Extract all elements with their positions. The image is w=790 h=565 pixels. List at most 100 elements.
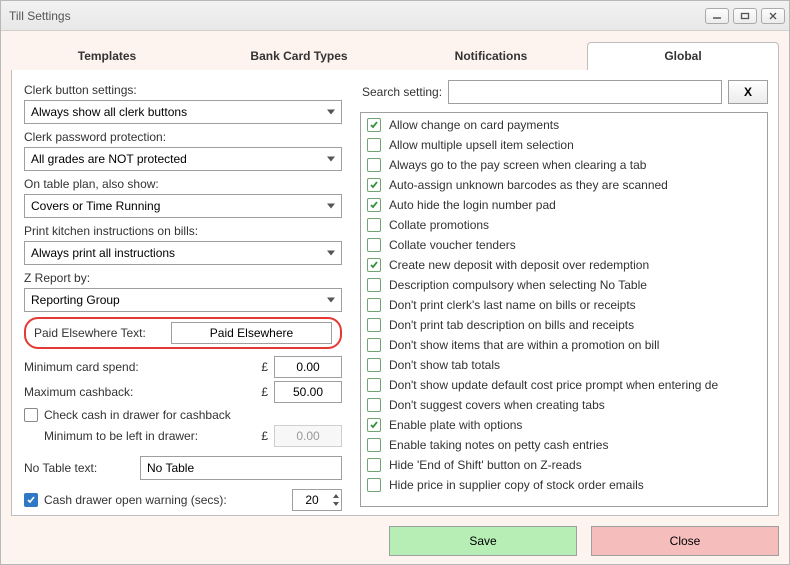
global-panel: Clerk button settings: Clerk password pr… bbox=[11, 70, 779, 516]
clerk-button-select[interactable] bbox=[24, 100, 342, 124]
setting-checkbox[interactable] bbox=[367, 338, 381, 352]
no-table-input[interactable] bbox=[140, 456, 342, 480]
paid-elsewhere-label: Paid Elsewhere Text: bbox=[34, 326, 163, 340]
clerk-password-select[interactable] bbox=[24, 147, 342, 171]
setting-label: Auto-assign unknown barcodes as they are… bbox=[389, 176, 668, 194]
content-area: Templates Bank Card Types Notifications … bbox=[1, 31, 789, 564]
zreport-select[interactable] bbox=[24, 288, 342, 312]
setting-label: Don't show items that are within a promo… bbox=[389, 336, 659, 354]
min-card-input[interactable] bbox=[274, 356, 342, 378]
setting-checkbox[interactable] bbox=[367, 318, 381, 332]
setting-checkbox[interactable] bbox=[367, 458, 381, 472]
setting-row[interactable]: Don't suggest covers when creating tabs bbox=[365, 395, 765, 415]
no-table-label: No Table text: bbox=[24, 461, 134, 475]
search-bar: Search setting: X bbox=[354, 78, 768, 112]
setting-label: Hide 'End of Shift' button on Z-reads bbox=[389, 456, 582, 474]
clerk-button-label: Clerk button settings: bbox=[24, 83, 342, 97]
setting-checkbox[interactable] bbox=[367, 378, 381, 392]
setting-row[interactable]: Auto-assign unknown barcodes as they are… bbox=[365, 175, 765, 195]
check-cash-checkbox[interactable] bbox=[24, 408, 38, 422]
min-left-label: Minimum to be left in drawer: bbox=[44, 429, 250, 443]
setting-row[interactable]: Allow change on card payments bbox=[365, 115, 765, 135]
tab-templates[interactable]: Templates bbox=[11, 42, 203, 70]
setting-label: Auto hide the login number pad bbox=[389, 196, 556, 214]
setting-label: Collate promotions bbox=[389, 216, 489, 234]
tabstrip: Templates Bank Card Types Notifications … bbox=[11, 41, 779, 70]
setting-row[interactable]: Don't print tab description on bills and… bbox=[365, 315, 765, 335]
max-cashback-currency: £ bbox=[256, 385, 268, 399]
setting-label: Don't print tab description on bills and… bbox=[389, 316, 634, 334]
setting-checkbox[interactable] bbox=[367, 298, 381, 312]
close-button[interactable]: Close bbox=[591, 526, 779, 556]
setting-row[interactable]: Create new deposit with deposit over red… bbox=[365, 255, 765, 275]
setting-row[interactable]: Don't show items that are within a promo… bbox=[365, 335, 765, 355]
paid-elsewhere-input[interactable] bbox=[171, 322, 332, 344]
setting-row[interactable]: Allow multiple upsell item selection bbox=[365, 135, 765, 155]
tab-bank-card-types[interactable]: Bank Card Types bbox=[203, 42, 395, 70]
maximize-button[interactable] bbox=[733, 8, 757, 24]
cash-drawer-seconds-input[interactable] bbox=[292, 489, 342, 511]
setting-checkbox[interactable] bbox=[367, 158, 381, 172]
setting-checkbox[interactable] bbox=[367, 218, 381, 232]
setting-label: Create new deposit with deposit over red… bbox=[389, 256, 649, 274]
minimize-button[interactable] bbox=[705, 8, 729, 24]
no-table-row: No Table text: bbox=[24, 456, 342, 480]
setting-label: Don't print clerk's last name on bills o… bbox=[389, 296, 636, 314]
setting-label: Allow multiple upsell item selection bbox=[389, 136, 574, 154]
min-left-currency: £ bbox=[256, 429, 268, 443]
setting-checkbox[interactable] bbox=[367, 258, 381, 272]
setting-checkbox[interactable] bbox=[367, 438, 381, 452]
paid-elsewhere-row: Paid Elsewhere Text: bbox=[24, 317, 342, 349]
tab-notifications[interactable]: Notifications bbox=[395, 42, 587, 70]
setting-label: Don't suggest covers when creating tabs bbox=[389, 396, 605, 414]
setting-row[interactable]: Enable taking notes on petty cash entrie… bbox=[365, 435, 765, 455]
setting-row[interactable]: Description compulsory when selecting No… bbox=[365, 275, 765, 295]
setting-row[interactable]: Don't print clerk's last name on bills o… bbox=[365, 295, 765, 315]
setting-checkbox[interactable] bbox=[367, 278, 381, 292]
max-cashback-input[interactable] bbox=[274, 381, 342, 403]
setting-label: Hide price in supplier copy of stock ord… bbox=[389, 476, 644, 494]
check-cash-row[interactable]: Check cash in drawer for cashback bbox=[24, 408, 342, 422]
cash-drawer-row[interactable]: Cash drawer open warning (secs): bbox=[24, 489, 342, 511]
setting-checkbox[interactable] bbox=[367, 118, 381, 132]
setting-checkbox[interactable] bbox=[367, 238, 381, 252]
table-plan-select[interactable] bbox=[24, 194, 342, 218]
setting-row[interactable]: Hide 'End of Shift' button on Z-reads bbox=[365, 455, 765, 475]
table-plan-label: On table plan, also show: bbox=[24, 177, 342, 191]
left-column: Clerk button settings: Clerk password pr… bbox=[12, 70, 354, 515]
setting-row[interactable]: Don't show tab totals bbox=[365, 355, 765, 375]
settings-list[interactable]: Allow change on card paymentsAllow multi… bbox=[360, 112, 768, 507]
kitchen-label: Print kitchen instructions on bills: bbox=[24, 224, 342, 238]
save-button[interactable]: Save bbox=[389, 526, 577, 556]
setting-row[interactable]: Enable plate with options bbox=[365, 415, 765, 435]
setting-row[interactable]: Don't show update default cost price pro… bbox=[365, 375, 765, 395]
zreport-label: Z Report by: bbox=[24, 271, 342, 285]
tab-global[interactable]: Global bbox=[587, 42, 779, 70]
setting-checkbox[interactable] bbox=[367, 178, 381, 192]
setting-checkbox[interactable] bbox=[367, 478, 381, 492]
search-input[interactable] bbox=[448, 80, 722, 104]
setting-row[interactable]: Always go to the pay screen when clearin… bbox=[365, 155, 765, 175]
kitchen-select[interactable] bbox=[24, 241, 342, 265]
max-cashback-label: Maximum cashback: bbox=[24, 385, 250, 399]
setting-row[interactable]: Hide price in supplier copy of stock ord… bbox=[365, 475, 765, 495]
setting-row[interactable]: Auto hide the login number pad bbox=[365, 195, 765, 215]
setting-checkbox[interactable] bbox=[367, 358, 381, 372]
clerk-password-label: Clerk password protection: bbox=[24, 130, 342, 144]
titlebar: Till Settings bbox=[1, 1, 789, 31]
min-left-row: Minimum to be left in drawer: £ bbox=[44, 425, 342, 447]
search-label: Search setting: bbox=[362, 85, 442, 99]
setting-row[interactable]: Collate promotions bbox=[365, 215, 765, 235]
search-clear-button[interactable]: X bbox=[728, 80, 768, 104]
setting-checkbox[interactable] bbox=[367, 198, 381, 212]
cash-drawer-checkbox[interactable] bbox=[24, 493, 38, 507]
setting-checkbox[interactable] bbox=[367, 138, 381, 152]
min-left-input bbox=[274, 425, 342, 447]
close-window-button[interactable] bbox=[761, 8, 785, 24]
setting-label: Don't show tab totals bbox=[389, 356, 500, 374]
setting-checkbox[interactable] bbox=[367, 418, 381, 432]
setting-row[interactable]: Collate voucher tenders bbox=[365, 235, 765, 255]
max-cashback-row: Maximum cashback: £ bbox=[24, 381, 342, 403]
setting-checkbox[interactable] bbox=[367, 398, 381, 412]
setting-label: Don't show update default cost price pro… bbox=[389, 376, 718, 394]
